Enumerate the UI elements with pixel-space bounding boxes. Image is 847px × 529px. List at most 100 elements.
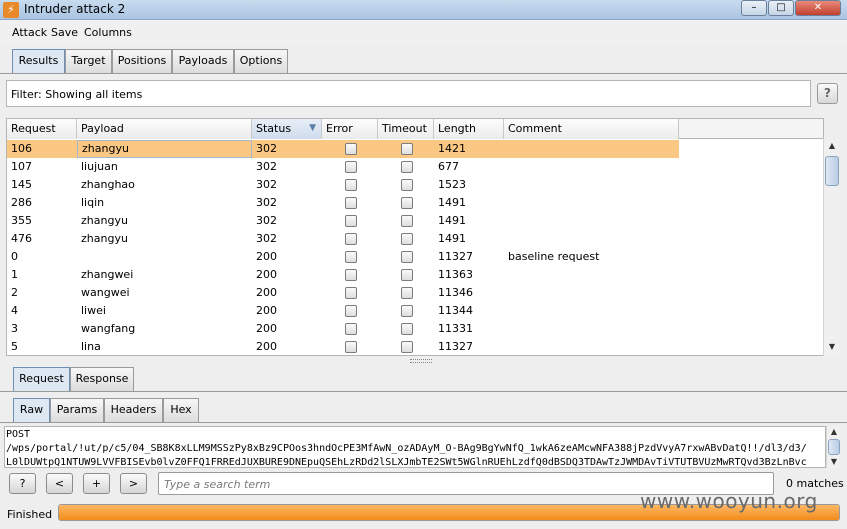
tab-positions[interactable]: Positions: [112, 49, 172, 73]
scroll-thumb[interactable]: [828, 439, 840, 455]
timeout-checkbox[interactable]: [401, 341, 413, 353]
cell-comment: [504, 212, 679, 230]
timeout-checkbox[interactable]: [401, 197, 413, 209]
tab-params[interactable]: Params: [50, 398, 104, 422]
timeout-checkbox[interactable]: [401, 251, 413, 263]
cell-status: 302: [256, 160, 277, 173]
error-checkbox[interactable]: [345, 143, 357, 155]
table-row[interactable]: 5 lina 200 11327: [7, 338, 679, 355]
split-handle[interactable]: [410, 359, 432, 363]
cell-comment: [504, 140, 679, 158]
scroll-thumb[interactable]: [825, 156, 839, 186]
table-row[interactable]: 355 zhangyu 302 1491: [7, 212, 679, 230]
table-row[interactable]: 3 wangfang 200 11331: [7, 320, 679, 338]
column-status[interactable]: Status ▼: [252, 119, 322, 139]
menu-save[interactable]: Save: [51, 26, 78, 39]
timeout-checkbox[interactable]: [401, 323, 413, 335]
error-checkbox[interactable]: [345, 305, 357, 317]
search-add-button[interactable]: +: [83, 473, 110, 494]
error-checkbox[interactable]: [345, 323, 357, 335]
timeout-checkbox[interactable]: [401, 179, 413, 191]
scroll-up-icon[interactable]: ▲: [827, 426, 841, 438]
cell-payload: liujuan: [81, 160, 118, 173]
cell-length: 11363: [438, 268, 473, 281]
tab-headers[interactable]: Headers: [104, 398, 163, 422]
tab-payloads[interactable]: Payloads: [172, 49, 234, 73]
tab-target[interactable]: Target: [65, 49, 112, 73]
table-row[interactable]: 0 200 11327 baseline request: [7, 248, 679, 266]
column-length[interactable]: Length: [434, 119, 504, 139]
column-payload[interactable]: Payload: [77, 119, 252, 139]
table-row[interactable]: 286 liqin 302 1491: [7, 194, 679, 212]
filter-bar[interactable]: Filter: Showing all items: [6, 80, 811, 107]
cell-comment: baseline request: [508, 250, 600, 263]
cell-payload: zhangyu: [81, 232, 128, 245]
table-row[interactable]: 107 liujuan 302 677: [7, 158, 679, 176]
error-checkbox[interactable]: [345, 251, 357, 263]
table-row[interactable]: 145 zhanghao 302 1523: [7, 176, 679, 194]
search-help-button[interactable]: ?: [9, 473, 36, 494]
timeout-checkbox[interactable]: [401, 215, 413, 227]
table-row[interactable]: 1 zhangwei 200 11363: [7, 266, 679, 284]
table-row[interactable]: 4 liwei 200 11344: [7, 302, 679, 320]
cell-comment: [504, 176, 679, 194]
scroll-down-icon[interactable]: ▼: [824, 339, 840, 355]
error-checkbox[interactable]: [345, 287, 357, 299]
error-checkbox[interactable]: [345, 179, 357, 191]
menu-attack[interactable]: Attack: [12, 26, 47, 39]
close-button[interactable]: ✕: [795, 0, 841, 16]
column-error[interactable]: Error: [322, 119, 378, 139]
cell-request: 2: [11, 286, 18, 299]
tab-raw[interactable]: Raw: [13, 398, 50, 423]
error-checkbox[interactable]: [345, 197, 357, 209]
filter-help-button[interactable]: ?: [817, 83, 838, 104]
cell-payload: zhangwei: [81, 268, 134, 281]
column-timeout[interactable]: Timeout: [378, 119, 434, 139]
tab-results[interactable]: Results: [12, 49, 65, 74]
raw-scrollbar[interactable]: ▲ ▼: [826, 426, 840, 468]
timeout-checkbox[interactable]: [401, 233, 413, 245]
cell-payload: zhanghao: [81, 178, 135, 191]
cell-comment: [504, 284, 679, 302]
timeout-checkbox[interactable]: [401, 161, 413, 173]
search-next-button[interactable]: >: [120, 473, 147, 494]
status-label: Finished: [7, 508, 53, 521]
cell-status: 200: [256, 268, 277, 281]
cell-request: 5: [11, 340, 18, 353]
search-prev-button[interactable]: <: [46, 473, 73, 494]
sort-down-icon: ▼: [309, 123, 316, 133]
maximize-button[interactable]: □: [768, 0, 794, 16]
timeout-checkbox[interactable]: [401, 143, 413, 155]
cell-comment: [504, 194, 679, 212]
cell-payload: [77, 248, 252, 266]
raw-request-editor[interactable]: POST /wps/portal/!ut/p/c5/04_SB8K8xLLM9M…: [4, 426, 826, 468]
error-checkbox[interactable]: [345, 341, 357, 353]
cell-length: 1491: [438, 232, 466, 245]
tab-response[interactable]: Response: [70, 367, 134, 391]
error-checkbox[interactable]: [345, 269, 357, 281]
tab-request[interactable]: Request: [13, 367, 70, 392]
timeout-checkbox[interactable]: [401, 287, 413, 299]
table-row[interactable]: 476 zhangyu 302 1491: [7, 230, 679, 248]
table-scrollbar[interactable]: ▲ ▼: [823, 138, 839, 356]
minimize-button[interactable]: –: [741, 0, 767, 16]
column-comment[interactable]: Comment: [504, 119, 679, 139]
table-row[interactable]: 2 wangwei 200 11346: [7, 284, 679, 302]
scroll-up-icon[interactable]: ▲: [824, 138, 840, 154]
table-row[interactable]: 106 zhangyu 302 1421: [7, 140, 679, 158]
menu-columns[interactable]: Columns: [84, 26, 132, 39]
cell-payload: liqin: [81, 196, 105, 209]
tab-options[interactable]: Options: [234, 49, 288, 73]
search-placeholder: Type a search term: [164, 478, 271, 491]
cell-length: 11327: [438, 250, 473, 263]
scroll-down-icon[interactable]: ▼: [827, 456, 841, 468]
error-checkbox[interactable]: [345, 215, 357, 227]
error-checkbox[interactable]: [345, 161, 357, 173]
column-request[interactable]: Request: [7, 119, 77, 139]
cell-comment: [504, 320, 679, 338]
error-checkbox[interactable]: [345, 233, 357, 245]
timeout-checkbox[interactable]: [401, 305, 413, 317]
watermark: www.wooyun.org: [640, 489, 818, 513]
timeout-checkbox[interactable]: [401, 269, 413, 281]
tab-hex[interactable]: Hex: [163, 398, 199, 422]
